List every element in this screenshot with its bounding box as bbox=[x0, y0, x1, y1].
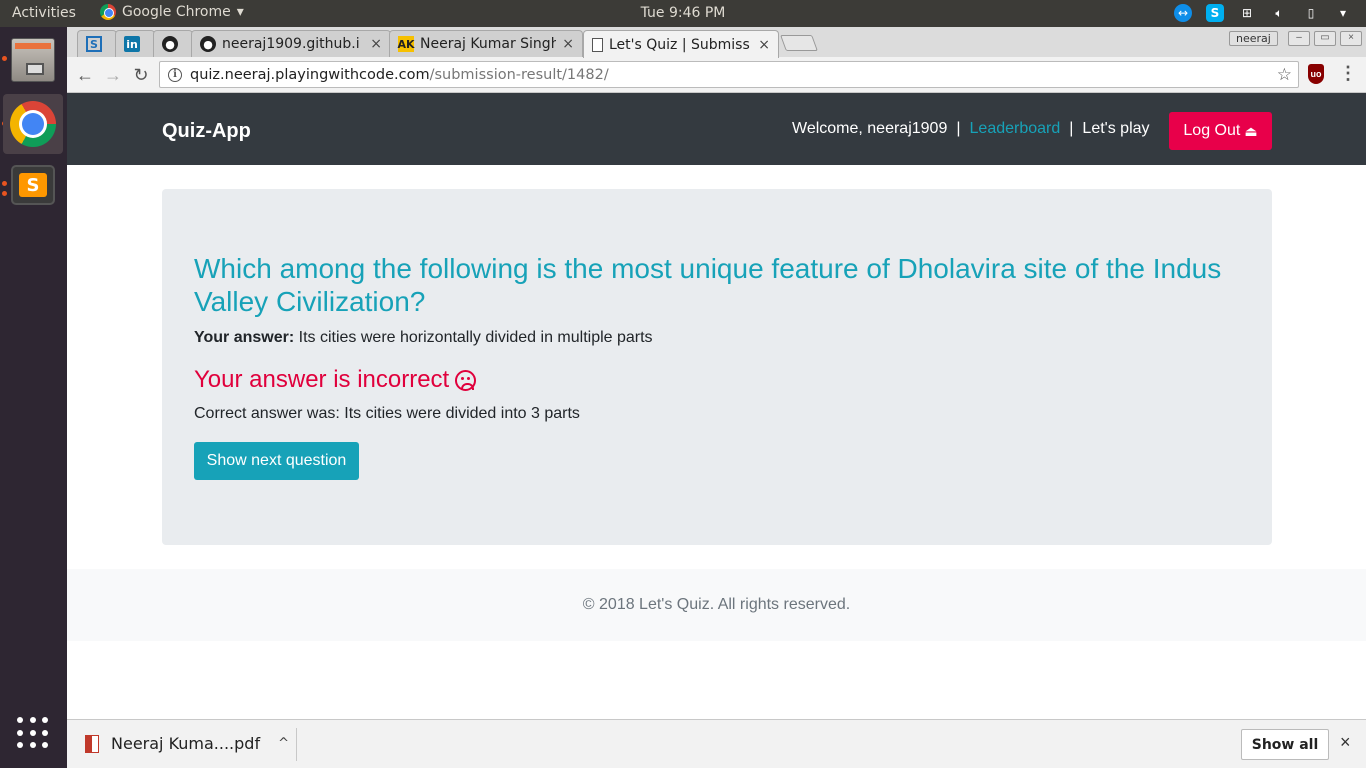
divider bbox=[296, 728, 297, 761]
github-icon: ● bbox=[162, 36, 178, 52]
tab-pinned-linkedin[interactable]: in bbox=[115, 30, 155, 57]
question-text: Which among the following is the most un… bbox=[194, 253, 1222, 317]
profile-button[interactable]: neeraj bbox=[1229, 31, 1278, 46]
close-icon[interactable]: × bbox=[370, 36, 382, 52]
page-footer: © 2018 Let's Quiz. All rights reserved. bbox=[67, 569, 1366, 641]
correct-answer: Correct answer was: Its cities were divi… bbox=[194, 405, 580, 422]
network-icon[interactable]: ⊞ bbox=[1238, 4, 1256, 22]
tab-lets-quiz[interactable]: Let's Quiz | Submiss × bbox=[583, 30, 779, 58]
logout-button[interactable]: Log Out ⏏ bbox=[1169, 112, 1272, 150]
address-bar[interactable]: i quiz.neeraj.playingwithcode.com/submis… bbox=[159, 61, 1299, 88]
result-card: Which among the following is the most un… bbox=[162, 189, 1272, 545]
sublime-text-icon: S bbox=[11, 165, 55, 205]
bookmark-star-icon[interactable]: ☆ bbox=[1277, 65, 1292, 85]
dock-item-chrome[interactable] bbox=[3, 94, 63, 154]
welcome-text: Welcome, neeraj1909 bbox=[792, 120, 948, 137]
activities-button[interactable]: Activities bbox=[12, 5, 76, 21]
new-tab-button[interactable] bbox=[780, 35, 818, 51]
your-answer-label: Your answer: bbox=[194, 329, 295, 346]
dock: S bbox=[0, 27, 67, 768]
pdf-file-icon bbox=[85, 734, 99, 753]
show-all-button[interactable]: Show all bbox=[1241, 729, 1329, 760]
your-answer-value: Its cities were horizontally divided in … bbox=[298, 329, 653, 346]
footer-text: © 2018 Let's Quiz. All rights reserved. bbox=[582, 596, 851, 613]
site-navbar: Quiz-App Welcome, neeraj1909 | Leaderboard… bbox=[67, 93, 1366, 165]
files-icon bbox=[11, 38, 55, 82]
tab-strip: S in ● ● neeraj1909.github.i × AK Neeraj… bbox=[67, 27, 1366, 58]
sign-out-icon: ⏏ bbox=[1244, 122, 1258, 139]
your-answer: Your answer: Its cities were horizontall… bbox=[194, 329, 653, 347]
app-menu[interactable]: Google Chrome ▾ bbox=[100, 4, 244, 20]
browser-menu-icon[interactable]: ⋮ bbox=[1339, 63, 1357, 84]
maximize-button[interactable]: ▭ bbox=[1314, 31, 1336, 46]
tab-title: neeraj1909.github.i bbox=[222, 36, 360, 52]
back-icon[interactable]: ← bbox=[73, 63, 97, 87]
teamviewer-icon[interactable]: ↔ bbox=[1174, 4, 1192, 22]
tab-title: Let's Quiz | Submiss bbox=[609, 36, 750, 53]
chrome-icon bbox=[100, 4, 116, 20]
dock-item-sublime[interactable]: S bbox=[3, 155, 63, 215]
reload-icon[interactable]: ↻ bbox=[129, 63, 153, 87]
s-app-icon: S bbox=[86, 36, 102, 52]
show-applications-icon[interactable] bbox=[17, 717, 49, 749]
chevron-up-icon[interactable]: ^ bbox=[278, 736, 289, 751]
tab-title: Neeraj Kumar Singh bbox=[420, 36, 557, 52]
separator: | bbox=[1069, 120, 1074, 137]
forward-icon[interactable]: → bbox=[101, 63, 125, 87]
sad-face-icon bbox=[455, 369, 477, 391]
clock[interactable]: Tue 9:46 PM bbox=[641, 5, 726, 21]
top-panel: Activities Google Chrome ▾ Tue 9:46 PM ↔… bbox=[0, 0, 1366, 27]
chevron-down-icon[interactable]: ▾ bbox=[1334, 4, 1352, 22]
ublock-icon[interactable]: uo bbox=[1308, 64, 1324, 84]
dock-item-files[interactable] bbox=[3, 30, 63, 90]
document-icon bbox=[592, 37, 603, 52]
download-item[interactable]: Neeraj Kuma....pdf ^ bbox=[85, 734, 289, 753]
verdict: Your answer is incorrect bbox=[194, 366, 477, 394]
page-viewport: Quiz-App Welcome, neeraj1909 | Leaderboard… bbox=[67, 93, 1366, 719]
leaderboard-link[interactable]: Leaderboard bbox=[970, 120, 1061, 137]
logout-label: Log Out bbox=[1183, 122, 1241, 139]
url-path: /submission-result/1482/ bbox=[429, 66, 609, 83]
show-next-question-button[interactable]: Show next question bbox=[194, 442, 359, 480]
close-window-button[interactable]: × bbox=[1340, 31, 1362, 46]
download-bar: Neeraj Kuma....pdf ^ Show all × bbox=[67, 719, 1366, 768]
close-icon[interactable]: × bbox=[758, 37, 770, 53]
linkedin-icon: in bbox=[124, 36, 140, 52]
tab-neeraj-kumar[interactable]: AK Neeraj Kumar Singh × bbox=[389, 30, 583, 57]
nav-links: Welcome, neeraj1909 | Leaderboard | Let's pl… bbox=[792, 120, 1150, 138]
info-icon[interactable]: i bbox=[168, 67, 182, 82]
brand-link[interactable]: Quiz-App bbox=[162, 120, 251, 143]
url-host: quiz.neeraj.playingwithcode.com bbox=[190, 66, 430, 83]
ak-logo-icon: AK bbox=[397, 36, 415, 52]
tab-github-io[interactable]: ● neeraj1909.github.i × bbox=[191, 30, 391, 57]
chevron-down-icon: ▾ bbox=[236, 4, 244, 20]
app-menu-label: Google Chrome bbox=[122, 4, 231, 20]
separator: | bbox=[956, 120, 961, 137]
browser-window: S in ● ● neeraj1909.github.i × AK Neeraj… bbox=[67, 27, 1366, 768]
volume-icon[interactable]: 🔈︎ bbox=[1270, 4, 1288, 22]
download-file-name: Neeraj Kuma....pdf bbox=[111, 734, 261, 753]
chrome-icon bbox=[10, 101, 56, 147]
lets-play-link[interactable]: Let's play bbox=[1082, 120, 1149, 137]
skype-icon[interactable]: S bbox=[1206, 4, 1224, 22]
verdict-text: Your answer is incorrect bbox=[194, 366, 450, 393]
github-icon: ● bbox=[200, 36, 216, 52]
sublime-glyph: S bbox=[19, 173, 47, 197]
battery-icon[interactable]: ▯ bbox=[1302, 4, 1320, 22]
system-tray: ↔ S ⊞ 🔈︎ ▯ ▾ bbox=[1174, 4, 1352, 22]
tab-pinned-github[interactable]: ● bbox=[153, 30, 193, 57]
minimize-button[interactable]: – bbox=[1288, 31, 1310, 46]
tab-pinned-s[interactable]: S bbox=[77, 30, 117, 57]
browser-toolbar: ← → ↻ i quiz.neeraj.playingwithcode.com /… bbox=[67, 57, 1366, 93]
close-icon[interactable]: × bbox=[1340, 732, 1351, 753]
close-icon[interactable]: × bbox=[562, 36, 574, 52]
